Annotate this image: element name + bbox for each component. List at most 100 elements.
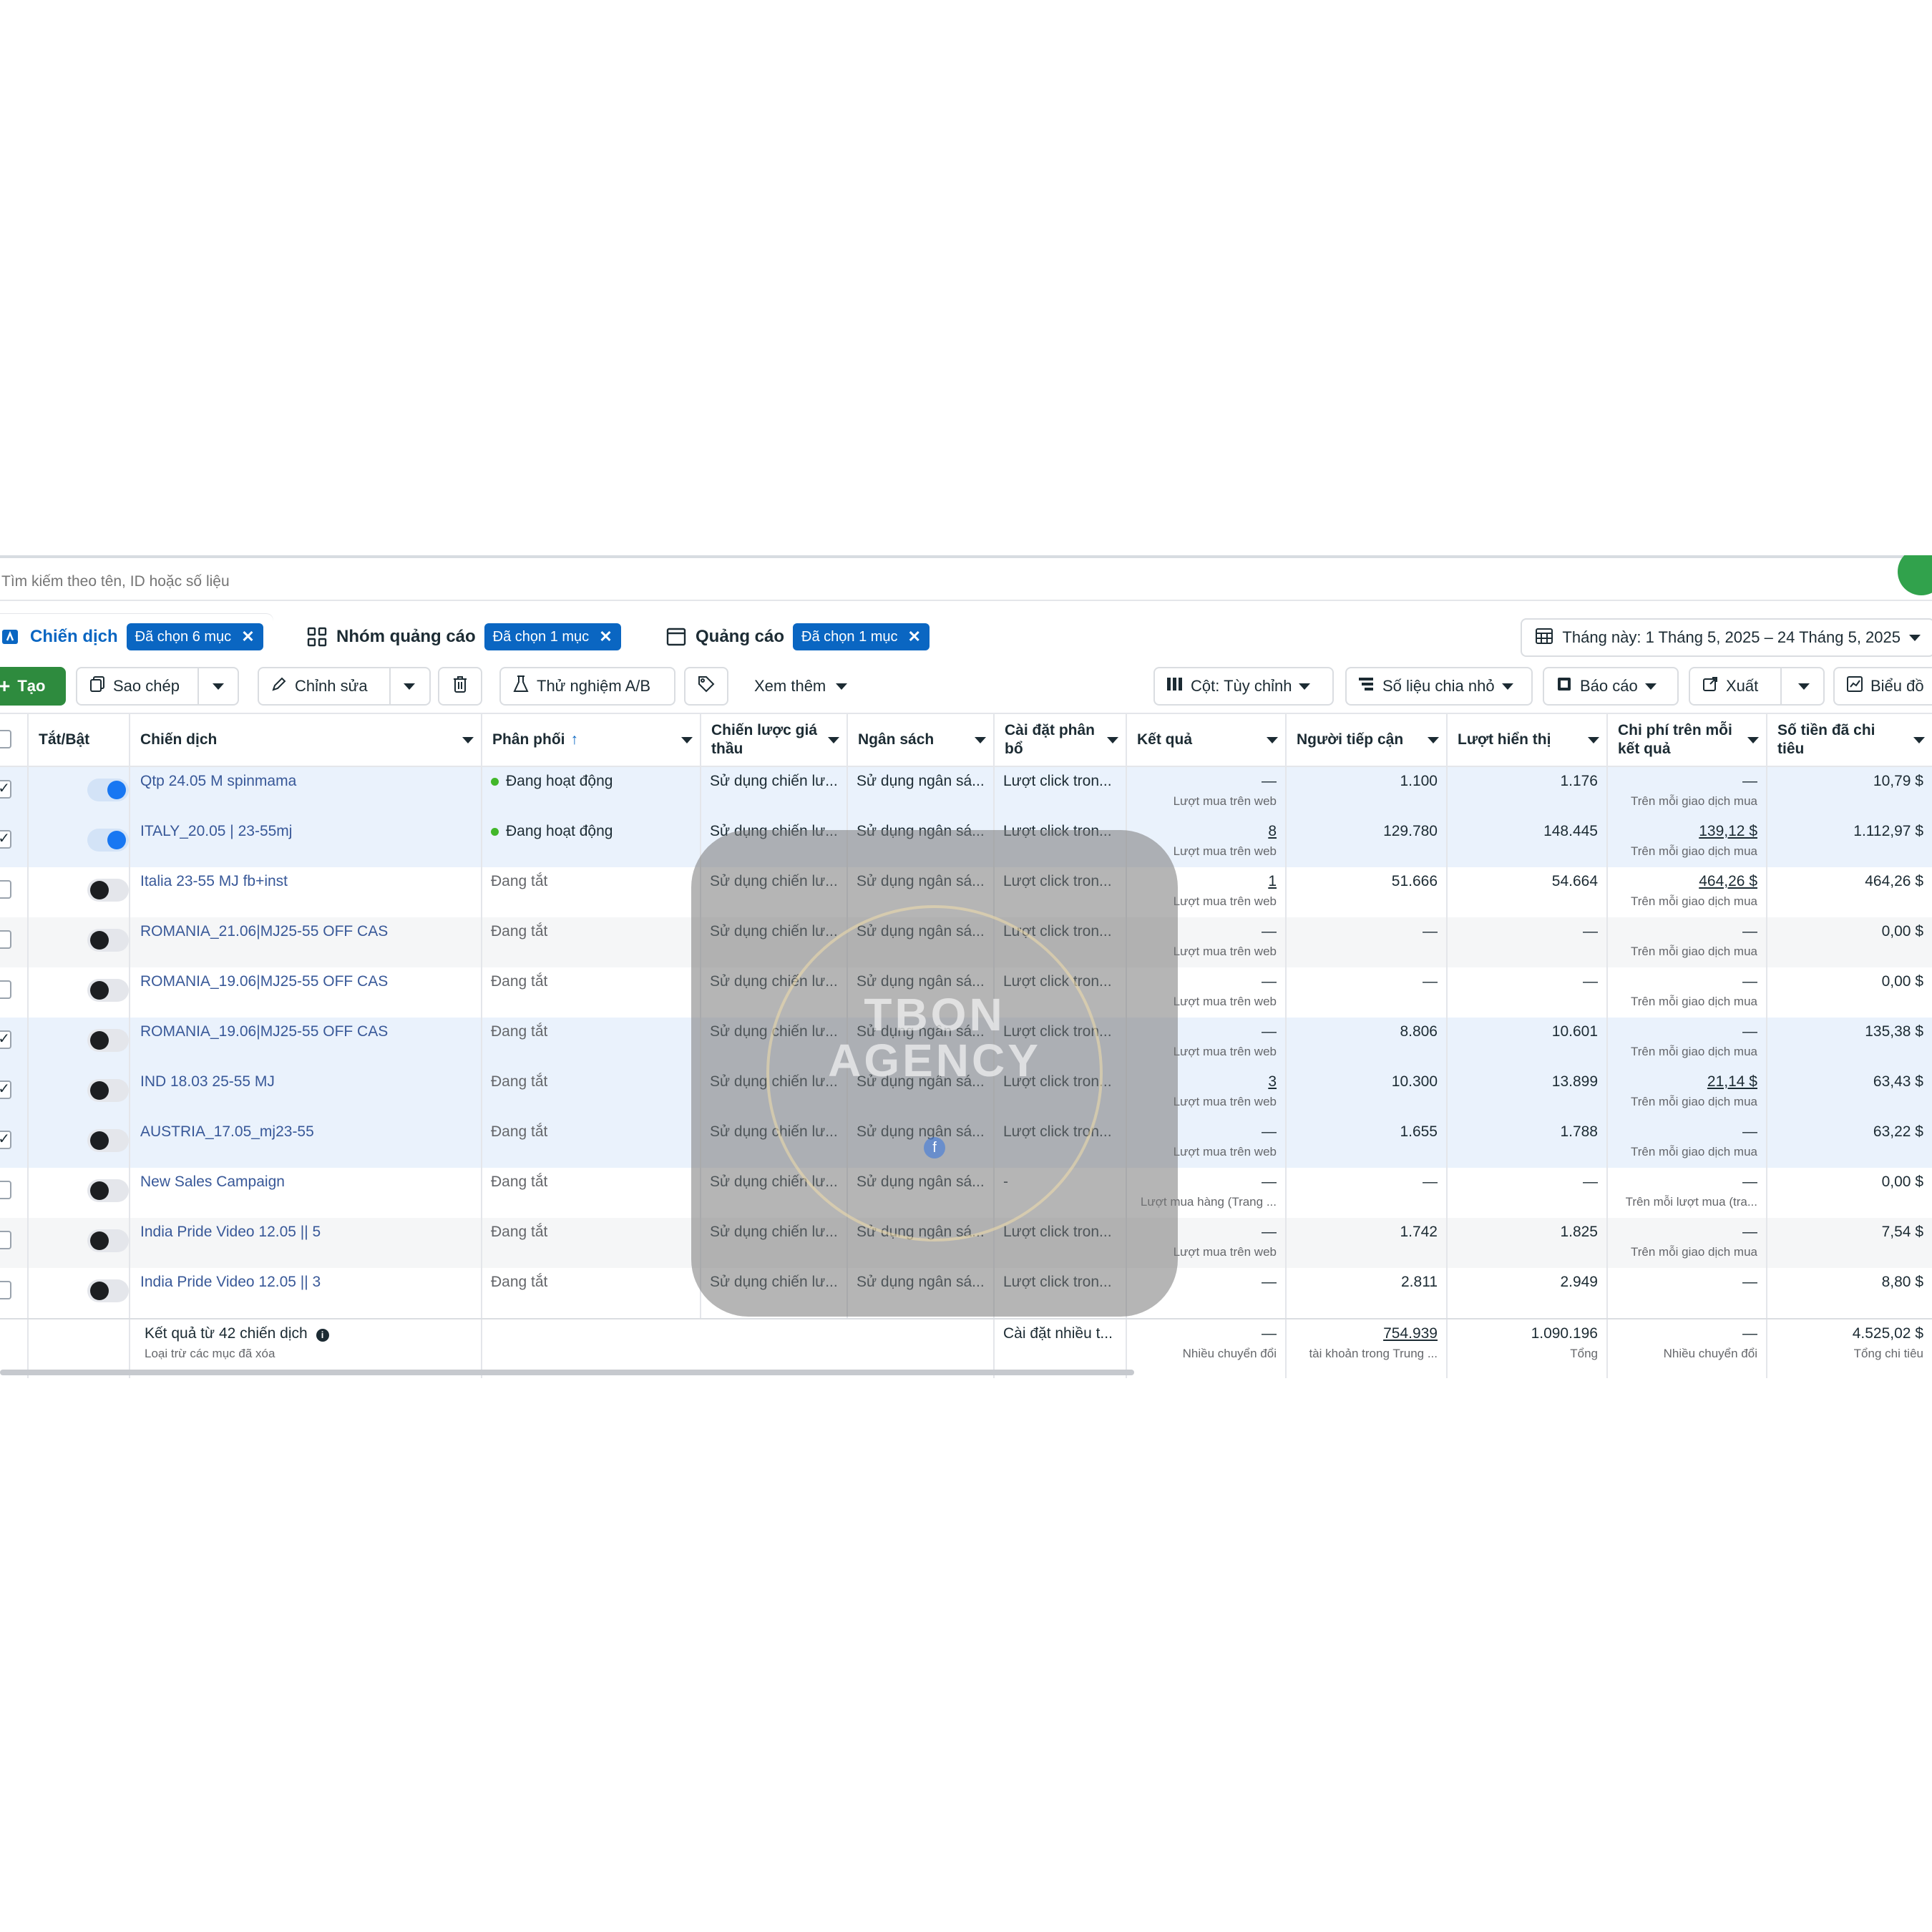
breakdown-button[interactable]: Số liệu chia nhỏ bbox=[1345, 667, 1533, 706]
cpr-value[interactable]: 21,14 $ bbox=[1616, 1073, 1757, 1091]
row-checkbox[interactable]: ✓ bbox=[0, 1080, 11, 1099]
create-button[interactable]: + Tạo bbox=[0, 667, 66, 706]
cost-per-result-cell: — Trên mỗi giao dịch mua bbox=[1608, 917, 1767, 967]
tab-adsets[interactable]: Nhóm quảng cáo Đã chọn 1 mục ✕ bbox=[296, 614, 631, 660]
row-checkbox[interactable]: ✓ bbox=[0, 1131, 11, 1149]
campaign-toggle[interactable] bbox=[87, 779, 129, 801]
chevron-down-icon[interactable] bbox=[212, 683, 224, 690]
campaign-toggle[interactable] bbox=[87, 1029, 129, 1052]
header-bid-strategy[interactable]: Chiến lược giá thầu bbox=[701, 714, 848, 766]
row-checkbox[interactable]: ✓ bbox=[0, 780, 11, 799]
cpr-sub: Trên mỗi giao dịch mua bbox=[1630, 1245, 1757, 1259]
status-dot-icon bbox=[491, 827, 499, 836]
toggle-cell bbox=[29, 867, 130, 917]
results-value[interactable]: 8 bbox=[1136, 823, 1277, 840]
columns-button[interactable]: Cột: Tùy chỉnh bbox=[1153, 667, 1334, 706]
header-results[interactable]: Kết quả bbox=[1127, 714, 1287, 766]
header-delivery[interactable]: Phân phối ↑ bbox=[482, 714, 701, 766]
delete-button[interactable] bbox=[438, 667, 482, 706]
date-range-label: Tháng này: 1 Tháng 5, 2025 – 24 Tháng 5,… bbox=[1562, 628, 1901, 646]
more-button[interactable]: Xem thêm bbox=[747, 667, 854, 706]
reports-label: Báo cáo bbox=[1580, 677, 1638, 695]
row-checkbox[interactable] bbox=[0, 1281, 11, 1299]
summary-reach-value[interactable]: 754.939 bbox=[1295, 1325, 1438, 1342]
cpr-sub: Trên mỗi giao dịch mua bbox=[1630, 1045, 1757, 1058]
campaign-toggle[interactable] bbox=[87, 1079, 129, 1102]
header-campaign[interactable]: Chiến dịch bbox=[130, 714, 482, 766]
campaign-name[interactable]: India Pride Video 12.05 || 3 bbox=[130, 1268, 482, 1318]
row-checkbox[interactable] bbox=[0, 930, 11, 949]
close-icon[interactable]: ✕ bbox=[908, 628, 921, 646]
amount-spent-cell: 135,38 $ bbox=[1865, 1023, 1923, 1040]
summary-text: Kết quả từ 42 chiến dịch bbox=[145, 1325, 308, 1342]
cost-per-result-cell: — Trên mỗi giao dịch mua bbox=[1608, 767, 1767, 817]
bid-strategy-cell[interactable]: Sử dụng chiến lư... bbox=[701, 767, 848, 817]
header-impressions[interactable]: Lượt hiển thị bbox=[1448, 714, 1608, 766]
campaign-name[interactable]: ROMANIA_21.06|MJ25-55 OFF CAS bbox=[130, 917, 482, 967]
edit-button[interactable]: Chỉnh sửa bbox=[258, 667, 431, 706]
duplicate-button[interactable]: Sao chép bbox=[76, 667, 239, 706]
campaign-name[interactable]: IND 18.03 25-55 MJ bbox=[130, 1068, 482, 1118]
header-amount-spent[interactable]: Số tiền đã chi tiêu bbox=[1767, 714, 1932, 766]
tab-ads[interactable]: Quảng cáo Đã chọn 1 mục ✕ bbox=[655, 614, 940, 660]
campaign-name[interactable]: New Sales Campaign bbox=[130, 1168, 482, 1218]
columns-label: Cột: Tùy chỉnh bbox=[1191, 677, 1292, 695]
create-label: Tạo bbox=[17, 677, 46, 695]
header-cost-per-result[interactable]: Chi phí trên mỗi kết quả bbox=[1608, 714, 1767, 766]
toggle-cell bbox=[29, 1068, 130, 1118]
header-attribution[interactable]: Cài đặt phân bổ bbox=[995, 714, 1127, 766]
cost-per-result-cell: — Trên mỗi giao dịch mua bbox=[1608, 967, 1767, 1018]
summary-cpr-value: — bbox=[1742, 1325, 1757, 1342]
campaign-name[interactable]: AUSTRIA_17.05_mj23-55 bbox=[130, 1118, 482, 1168]
campaign-name[interactable]: India Pride Video 12.05 || 5 bbox=[130, 1218, 482, 1268]
info-icon[interactable]: i bbox=[316, 1329, 329, 1342]
campaign-toggle[interactable] bbox=[87, 1279, 129, 1302]
campaign-toggle[interactable] bbox=[87, 1229, 129, 1252]
chevron-down-icon[interactable] bbox=[1798, 683, 1810, 690]
campaign-name[interactable]: ROMANIA_19.06|MJ25-55 OFF CAS bbox=[130, 967, 482, 1018]
close-icon[interactable]: ✕ bbox=[241, 628, 254, 646]
row-checkbox[interactable] bbox=[0, 980, 11, 999]
row-checkbox[interactable] bbox=[0, 1231, 11, 1249]
tab-campaigns[interactable]: Chiến dịch Đã chọn 6 mục ✕ bbox=[0, 614, 273, 660]
row-checkbox[interactable] bbox=[0, 1181, 11, 1199]
row-checkbox[interactable] bbox=[0, 880, 11, 899]
row-checkbox[interactable]: ✓ bbox=[0, 830, 11, 849]
toggle-cell bbox=[29, 1168, 130, 1218]
header-reach[interactable]: Người tiếp cận bbox=[1287, 714, 1448, 766]
budget-cell[interactable]: Sử dụng ngân sá... bbox=[848, 767, 995, 817]
select-cell bbox=[0, 867, 29, 917]
date-range-picker[interactable]: Tháng này: 1 Tháng 5, 2025 – 24 Tháng 5,… bbox=[1521, 618, 1932, 657]
select-all-checkbox[interactable] bbox=[0, 730, 11, 748]
attribution-cell: Lượt click tron... bbox=[995, 767, 1127, 817]
table-row[interactable]: ✓ Qtp 24.05 M spinmama Đang hoạt động Sử dụ… bbox=[0, 767, 1932, 817]
campaign-toggle[interactable] bbox=[87, 929, 129, 952]
close-icon[interactable]: ✕ bbox=[599, 628, 612, 646]
campaign-toggle[interactable] bbox=[87, 829, 129, 852]
campaign-name[interactable]: ROMANIA_19.06|MJ25-55 OFF CAS bbox=[130, 1018, 482, 1068]
campaign-name[interactable]: ITALY_20.05 | 23-55mj bbox=[130, 817, 482, 867]
campaign-name[interactable]: Italia 23-55 MJ fb+inst bbox=[130, 867, 482, 917]
header-toggle[interactable]: Tắt/Bật bbox=[29, 714, 130, 766]
tab-ads-label: Quảng cáo bbox=[696, 627, 785, 646]
search-input[interactable] bbox=[0, 573, 644, 590]
campaign-toggle[interactable] bbox=[87, 879, 129, 902]
charts-button[interactable]: Biểu đồ bbox=[1833, 667, 1932, 706]
header-budget[interactable]: Ngân sách bbox=[848, 714, 995, 766]
export-button[interactable]: Xuất bbox=[1689, 667, 1825, 706]
campaign-name[interactable]: Qtp 24.05 M spinmama bbox=[130, 767, 482, 817]
floating-action-button[interactable] bbox=[1898, 555, 1932, 595]
campaign-toggle[interactable] bbox=[87, 1179, 129, 1202]
row-checkbox[interactable]: ✓ bbox=[0, 1030, 11, 1049]
chevron-down-icon[interactable] bbox=[403, 683, 415, 690]
tag-button[interactable] bbox=[684, 667, 728, 706]
campaign-toggle[interactable] bbox=[87, 1129, 129, 1152]
reports-button[interactable]: Báo cáo bbox=[1543, 667, 1679, 706]
cpr-value[interactable]: 464,26 $ bbox=[1616, 873, 1757, 890]
campaign-toggle[interactable] bbox=[87, 979, 129, 1002]
breakdown-label: Số liệu chia nhỏ bbox=[1382, 677, 1495, 695]
horizontal-scrollbar[interactable] bbox=[0, 1370, 1134, 1375]
delivery-status: Đang tắt bbox=[491, 1073, 548, 1090]
ab-test-button[interactable]: Thử nghiệm A/B bbox=[499, 667, 675, 706]
cpr-value[interactable]: 139,12 $ bbox=[1616, 823, 1757, 840]
